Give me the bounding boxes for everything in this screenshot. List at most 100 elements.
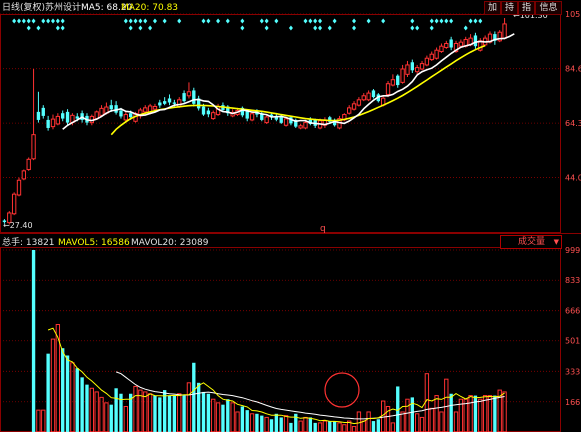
add-button[interactable]: 加 bbox=[484, 1, 501, 15]
volume-bar-down bbox=[65, 355, 70, 432]
volume-bar-up bbox=[235, 411, 240, 432]
signal-diamond bbox=[16, 18, 21, 24]
candle-up bbox=[123, 114, 129, 121]
candle-up bbox=[405, 64, 410, 75]
signal-diamond bbox=[152, 18, 157, 24]
signal-diamond bbox=[216, 18, 221, 24]
volume-bar-up bbox=[444, 378, 449, 432]
volume-bar-up bbox=[215, 402, 221, 432]
volume-bar-up bbox=[337, 422, 342, 432]
indicator-dropdown[interactable]: 成交量 ▼ bbox=[500, 235, 562, 249]
signal-diamond bbox=[308, 18, 313, 24]
candle-down bbox=[75, 116, 79, 119]
period-label[interactable]: 日线(复权) bbox=[2, 2, 45, 14]
signal-diamond bbox=[26, 25, 31, 31]
volume-bar-up bbox=[419, 416, 425, 432]
volume-bar-up bbox=[41, 409, 46, 432]
info-button[interactable]: 信息 bbox=[535, 1, 562, 15]
volume-bar-down bbox=[493, 395, 497, 432]
signal-diamond bbox=[352, 25, 357, 31]
volume-bar-down bbox=[201, 391, 206, 432]
candlestick-chart: 10584.664.344.0999833666501333166←101.30… bbox=[0, 10, 581, 432]
candle-up bbox=[434, 49, 439, 59]
signal-diamond bbox=[259, 18, 264, 24]
signal-diamond bbox=[240, 18, 245, 24]
volume-bar-up bbox=[356, 411, 362, 432]
volume-bar-up bbox=[264, 416, 269, 432]
volume-bar-up bbox=[439, 411, 444, 432]
volume-bar-up bbox=[70, 362, 75, 432]
signal-diamond bbox=[12, 18, 17, 24]
signal-diamond bbox=[463, 25, 468, 31]
signal-diamond bbox=[444, 18, 449, 24]
volume-bar-down bbox=[376, 419, 380, 432]
index-button[interactable]: 指 bbox=[518, 1, 535, 15]
volume-bar-up bbox=[36, 409, 41, 432]
candle-down bbox=[36, 111, 41, 120]
candle-down bbox=[396, 75, 400, 86]
volume-bar-up bbox=[211, 398, 216, 432]
signal-diamond bbox=[128, 18, 133, 24]
volume-bar-down bbox=[46, 353, 50, 432]
candle-down bbox=[61, 113, 65, 119]
candle-up bbox=[298, 125, 303, 129]
signal-diamond bbox=[177, 18, 182, 24]
candle-down bbox=[41, 107, 45, 116]
candle-up bbox=[11, 193, 17, 215]
signal-diamond bbox=[415, 25, 420, 31]
candle-up bbox=[356, 99, 362, 106]
candle-down bbox=[201, 106, 206, 115]
volume-tick-label: 333 bbox=[565, 367, 580, 376]
volume-tick-label: 999 bbox=[565, 246, 580, 255]
signal-diamond bbox=[478, 18, 483, 24]
candle-down bbox=[473, 35, 478, 47]
signal-diamond bbox=[439, 18, 444, 24]
volume-tick-label: 666 bbox=[565, 307, 580, 316]
signal-diamond bbox=[36, 25, 41, 31]
candle-up bbox=[26, 158, 31, 171]
volume-bar-down bbox=[226, 399, 230, 432]
volume-bar-down bbox=[289, 422, 293, 432]
volume-bar-up bbox=[123, 405, 129, 432]
candle-down bbox=[449, 39, 453, 48]
volume-tick-label: 166 bbox=[565, 398, 580, 407]
candle-up bbox=[444, 42, 449, 49]
volume-bar-up bbox=[468, 395, 473, 432]
stock-name: 苏州设计 bbox=[45, 3, 82, 13]
signal-diamond bbox=[31, 18, 36, 24]
volume-bar-down bbox=[240, 406, 245, 432]
volume-bar-up bbox=[303, 416, 308, 432]
price-tick-label: 84.6 bbox=[565, 65, 581, 74]
volume-bar-up bbox=[434, 395, 439, 432]
volume-bar-down bbox=[196, 382, 201, 432]
signal-diamond bbox=[138, 18, 143, 24]
volume-bar-down bbox=[153, 395, 157, 432]
candle-down bbox=[410, 62, 414, 71]
volume-bar-up bbox=[143, 391, 148, 432]
hold-button[interactable]: 持 bbox=[501, 1, 518, 15]
signal-diamond bbox=[303, 18, 308, 24]
signal-diamond bbox=[201, 18, 206, 24]
stock-chart-window: 105 84.6 64.3 44.0 999 833 666 501 333 166 ←101.30… bbox=[0, 0, 581, 432]
candle-up bbox=[429, 53, 434, 61]
signal-diamond bbox=[366, 18, 371, 24]
candle-down bbox=[129, 113, 133, 118]
volume-total-label: 总手: 13821 bbox=[2, 238, 55, 248]
volume-bar-up bbox=[487, 395, 493, 432]
candle-down bbox=[192, 90, 196, 104]
candle-down bbox=[46, 119, 50, 128]
signal-diamond bbox=[429, 18, 434, 24]
low-price-marker: ←27.40 bbox=[3, 221, 33, 230]
signal-diamond bbox=[327, 25, 332, 31]
candle-up bbox=[16, 179, 22, 196]
signal-diamond bbox=[381, 18, 386, 24]
volume-bar-down bbox=[206, 393, 211, 432]
signal-diamond bbox=[138, 25, 143, 31]
candle-down bbox=[158, 102, 162, 106]
volume-bar-down bbox=[371, 421, 376, 432]
signal-diamond bbox=[332, 18, 337, 24]
volume-bar-up bbox=[322, 420, 328, 432]
signal-diamond bbox=[434, 18, 439, 24]
volume-bar-up bbox=[414, 413, 420, 432]
signal-diamond bbox=[468, 18, 473, 24]
